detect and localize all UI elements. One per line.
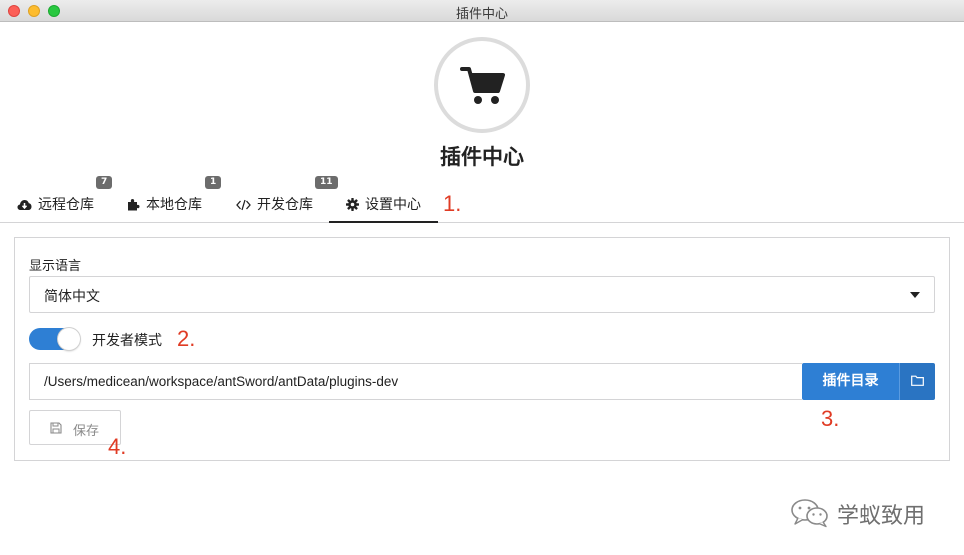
tab-bar: 7 远程仓库 1 本地仓库 11 开发仓库 设置中心 (0, 170, 964, 223)
annotation-3: 3. (821, 406, 840, 431)
tab-badge: 7 (96, 176, 113, 189)
tab-local-repo[interactable]: 1 本地仓库 (127, 170, 227, 223)
annotation-2: 2. (177, 326, 196, 351)
dev-mode-toggle[interactable] (29, 328, 80, 350)
save-button-label: 保存 (73, 424, 100, 439)
tab-label: 开发仓库 (257, 197, 313, 213)
tab-badge: 1 (205, 176, 222, 189)
shopping-cart-icon (460, 67, 505, 104)
annotation-4: 4. (108, 434, 127, 459)
annotation-1: 1. (443, 191, 462, 216)
cloud-download-icon (17, 200, 32, 210)
browse-folder-button[interactable] (899, 363, 935, 400)
tab-label: 远程仓库 (38, 197, 94, 213)
tab-settings[interactable]: 设置中心 (329, 170, 438, 223)
code-icon (236, 199, 251, 211)
title-bar: 插件中心 (0, 0, 964, 22)
window-title: 插件中心 (455, 7, 508, 22)
gear-icon (346, 198, 359, 211)
save-icon (50, 422, 62, 434)
app-logo (434, 37, 530, 133)
language-label: 显示语言 (29, 259, 82, 274)
folder-icon (911, 375, 924, 386)
language-select[interactable]: 简体中文 (29, 276, 935, 313)
wechat-icon (791, 499, 828, 528)
tab-label: 本地仓库 (146, 197, 202, 213)
page-title: 插件中心 (440, 145, 524, 169)
tab-remote-repo[interactable]: 7 远程仓库 (17, 170, 117, 223)
puzzle-icon (128, 199, 140, 211)
language-select-value: 简体中文 (44, 289, 100, 305)
tab-dev-repo[interactable]: 11 开发仓库 (236, 170, 338, 223)
app-window: 插件中心 插件中心 7 远程仓库 1 本地仓库 11 开发仓库 设置中心 1. … (0, 0, 964, 555)
plugin-path-input[interactable] (29, 363, 802, 400)
watermark-text: 学蚁致用 (837, 504, 926, 529)
plugin-dir-button[interactable]: 插件目录 (802, 363, 899, 400)
toggle-knob (58, 328, 80, 350)
dev-mode-label: 开发者模式 (92, 333, 162, 349)
tab-label: 设置中心 (365, 197, 421, 213)
chevron-down-icon (910, 292, 920, 298)
